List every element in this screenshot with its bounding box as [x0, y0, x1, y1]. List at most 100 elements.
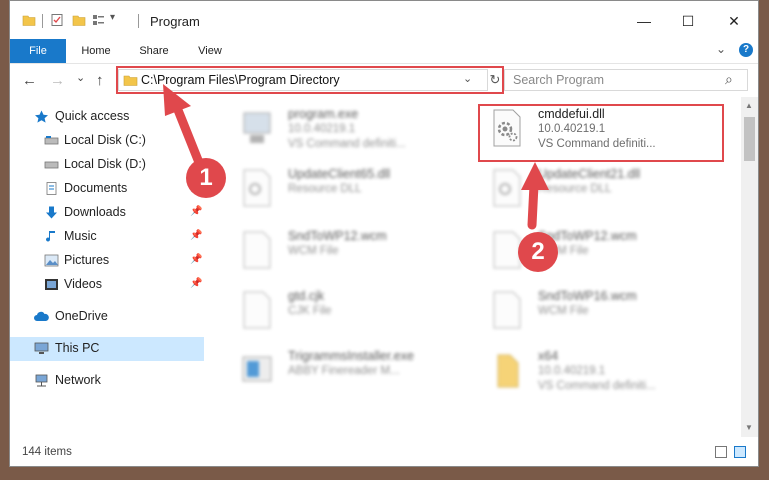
file-list: program.exe 10.0.40219.1 VS Command defi…	[222, 97, 742, 437]
item-count: 144 items	[22, 446, 72, 458]
search-box[interactable]: Search Program ⌕	[504, 69, 748, 91]
blank-file-icon	[493, 291, 521, 329]
scroll-down-icon[interactable]: ▼	[745, 423, 753, 432]
sidebar-item-pictures[interactable]: Pictures 📌	[10, 249, 204, 273]
tab-share[interactable]: Share	[132, 39, 176, 63]
sidebar-item-label: Music	[64, 229, 97, 243]
pin-icon[interactable]: 📌	[190, 230, 202, 241]
pin-icon[interactable]: 📌	[190, 278, 202, 289]
sidebar-item-local-disk-d[interactable]: Local Disk (D:)	[10, 153, 204, 177]
sidebar-item-label: Videos	[64, 277, 102, 291]
star-icon	[35, 110, 48, 123]
file-item-updateclient65[interactable]: UpdateClient65.dll Resource DLL	[232, 161, 472, 213]
scroll-up-icon[interactable]: ▲	[745, 101, 753, 110]
title-separator	[138, 14, 139, 28]
recent-locations-icon[interactable]: ⌄	[76, 71, 85, 84]
file-item-trigrammsinstaller[interactable]: TrigrammsInstaller.exe ABBY Finereader M…	[232, 343, 472, 395]
minimize-button[interactable]: —	[626, 9, 662, 33]
file-item-sndtowp16[interactable]: SndToWP16.wcm WCM File	[482, 283, 722, 335]
dll-gear-icon	[243, 169, 271, 207]
file-highlight	[478, 104, 724, 162]
file-description: VS Command definiti...	[288, 138, 406, 150]
pin-icon[interactable]: 📌	[190, 206, 202, 217]
sidebar-item-network[interactable]: Network	[10, 369, 204, 393]
folder-icon	[497, 354, 519, 388]
file-name: program.exe	[288, 107, 359, 121]
file-item-x64[interactable]: x64 10.0.40219.1 VS Command definiti...	[482, 343, 722, 395]
help-icon[interactable]: ?	[739, 43, 753, 57]
view-options-icon[interactable]	[92, 13, 106, 27]
search-placeholder: Search Program	[513, 73, 605, 87]
sidebar-item-local-disk-c[interactable]: Local Disk (C:)	[10, 129, 204, 153]
music-icon	[46, 231, 55, 242]
address-highlight	[116, 66, 504, 94]
file-name: x64	[538, 349, 559, 363]
title-bar: ▾ Program — ☐ ✕	[10, 1, 758, 39]
cloud-icon	[34, 311, 49, 321]
back-button[interactable]: ←	[22, 72, 37, 89]
file-version: 10.0.40219.1	[538, 365, 606, 377]
properties-icon[interactable]	[50, 13, 64, 27]
computer-icon	[34, 342, 49, 354]
callout-1: 1	[186, 158, 226, 198]
file-name: SndToWP16.wcm	[538, 289, 637, 303]
blank-file-icon	[243, 231, 271, 269]
blank-file-icon	[243, 291, 271, 329]
tab-home[interactable]: Home	[74, 39, 118, 63]
file-name: UpdateClient65.dll	[288, 167, 391, 181]
maximize-button[interactable]: ☐	[670, 9, 706, 33]
sidebar-item-quick-access[interactable]: Quick access	[10, 105, 204, 129]
file-type: Resource DLL	[538, 183, 612, 195]
sidebar-item-label: OneDrive	[55, 309, 108, 323]
file-item-sndtowp12[interactable]: SndToWP12.wcm WCM File	[232, 223, 472, 275]
folder-icon[interactable]	[22, 13, 36, 27]
status-bar: 144 items	[10, 439, 758, 466]
title-separator	[42, 14, 43, 28]
expand-ribbon-icon[interactable]: ⌄	[716, 42, 726, 56]
sidebar-item-downloads[interactable]: Downloads 📌	[10, 201, 204, 225]
details-view-icon[interactable]	[715, 446, 727, 458]
dll-gear-icon	[493, 169, 521, 207]
sidebar-item-onedrive[interactable]: OneDrive	[10, 305, 204, 329]
sidebar-item-music[interactable]: Music 📌	[10, 225, 204, 249]
sidebar-item-label: Local Disk (D:)	[64, 157, 146, 171]
scroll-thumb[interactable]	[744, 117, 755, 161]
downloads-icon	[46, 206, 57, 219]
sidebar-item-this-pc[interactable]: This PC	[10, 337, 204, 361]
documents-icon	[46, 182, 57, 195]
vertical-scrollbar[interactable]: ▲ ▼	[741, 97, 758, 437]
navigation-bar: ← → ⌄ ↑ C:\Program Files\Program Directo…	[10, 63, 758, 97]
new-folder-icon[interactable]	[72, 13, 86, 27]
explorer-window: ▾ Program — ☐ ✕ File Home Share View ⌄ ?…	[9, 0, 759, 467]
file-name: SndToWP12.wcm	[288, 229, 387, 243]
network-icon	[35, 374, 48, 387]
file-description: VS Command definiti...	[538, 380, 656, 392]
drive-icon	[44, 136, 59, 145]
search-icon: ⌕	[725, 71, 733, 87]
tab-file[interactable]: File	[10, 39, 66, 63]
tab-view[interactable]: View	[188, 39, 232, 63]
sidebar-item-label: Downloads	[64, 205, 126, 219]
file-type: WCM File	[538, 305, 589, 317]
file-item-updateclient21[interactable]: UpdateClient21.dll Resource DLL	[482, 161, 722, 213]
file-name: TrigrammsInstaller.exe	[288, 349, 414, 363]
sidebar-item-label: Local Disk (C:)	[64, 133, 146, 147]
file-type: Resource DLL	[288, 183, 362, 195]
customize-toolbar-icon[interactable]: ▾	[110, 12, 115, 23]
file-name: UpdateClient21.dll	[538, 167, 641, 181]
ribbon-tabs: File Home Share View ⌄ ?	[10, 39, 758, 64]
window-title: Program	[150, 14, 200, 29]
file-description: ABBY Finereader M...	[288, 365, 400, 377]
pin-icon[interactable]: 📌	[190, 254, 202, 265]
sidebar-item-label: Quick access	[55, 109, 130, 123]
installer-icon	[242, 356, 272, 382]
up-button[interactable]: ↑	[96, 72, 104, 89]
videos-icon	[45, 279, 58, 290]
large-icons-view-icon[interactable]	[734, 446, 746, 458]
sidebar-item-videos[interactable]: Videos 📌	[10, 273, 204, 297]
file-item-gtd-cjk[interactable]: gtd.cjk CJK File	[232, 283, 472, 335]
file-item-program-exe[interactable]: program.exe 10.0.40219.1 VS Command defi…	[232, 101, 472, 153]
close-button[interactable]: ✕	[716, 9, 752, 33]
sidebar-item-documents[interactable]: Documents 📌	[10, 177, 204, 201]
forward-button[interactable]: →	[50, 72, 65, 89]
